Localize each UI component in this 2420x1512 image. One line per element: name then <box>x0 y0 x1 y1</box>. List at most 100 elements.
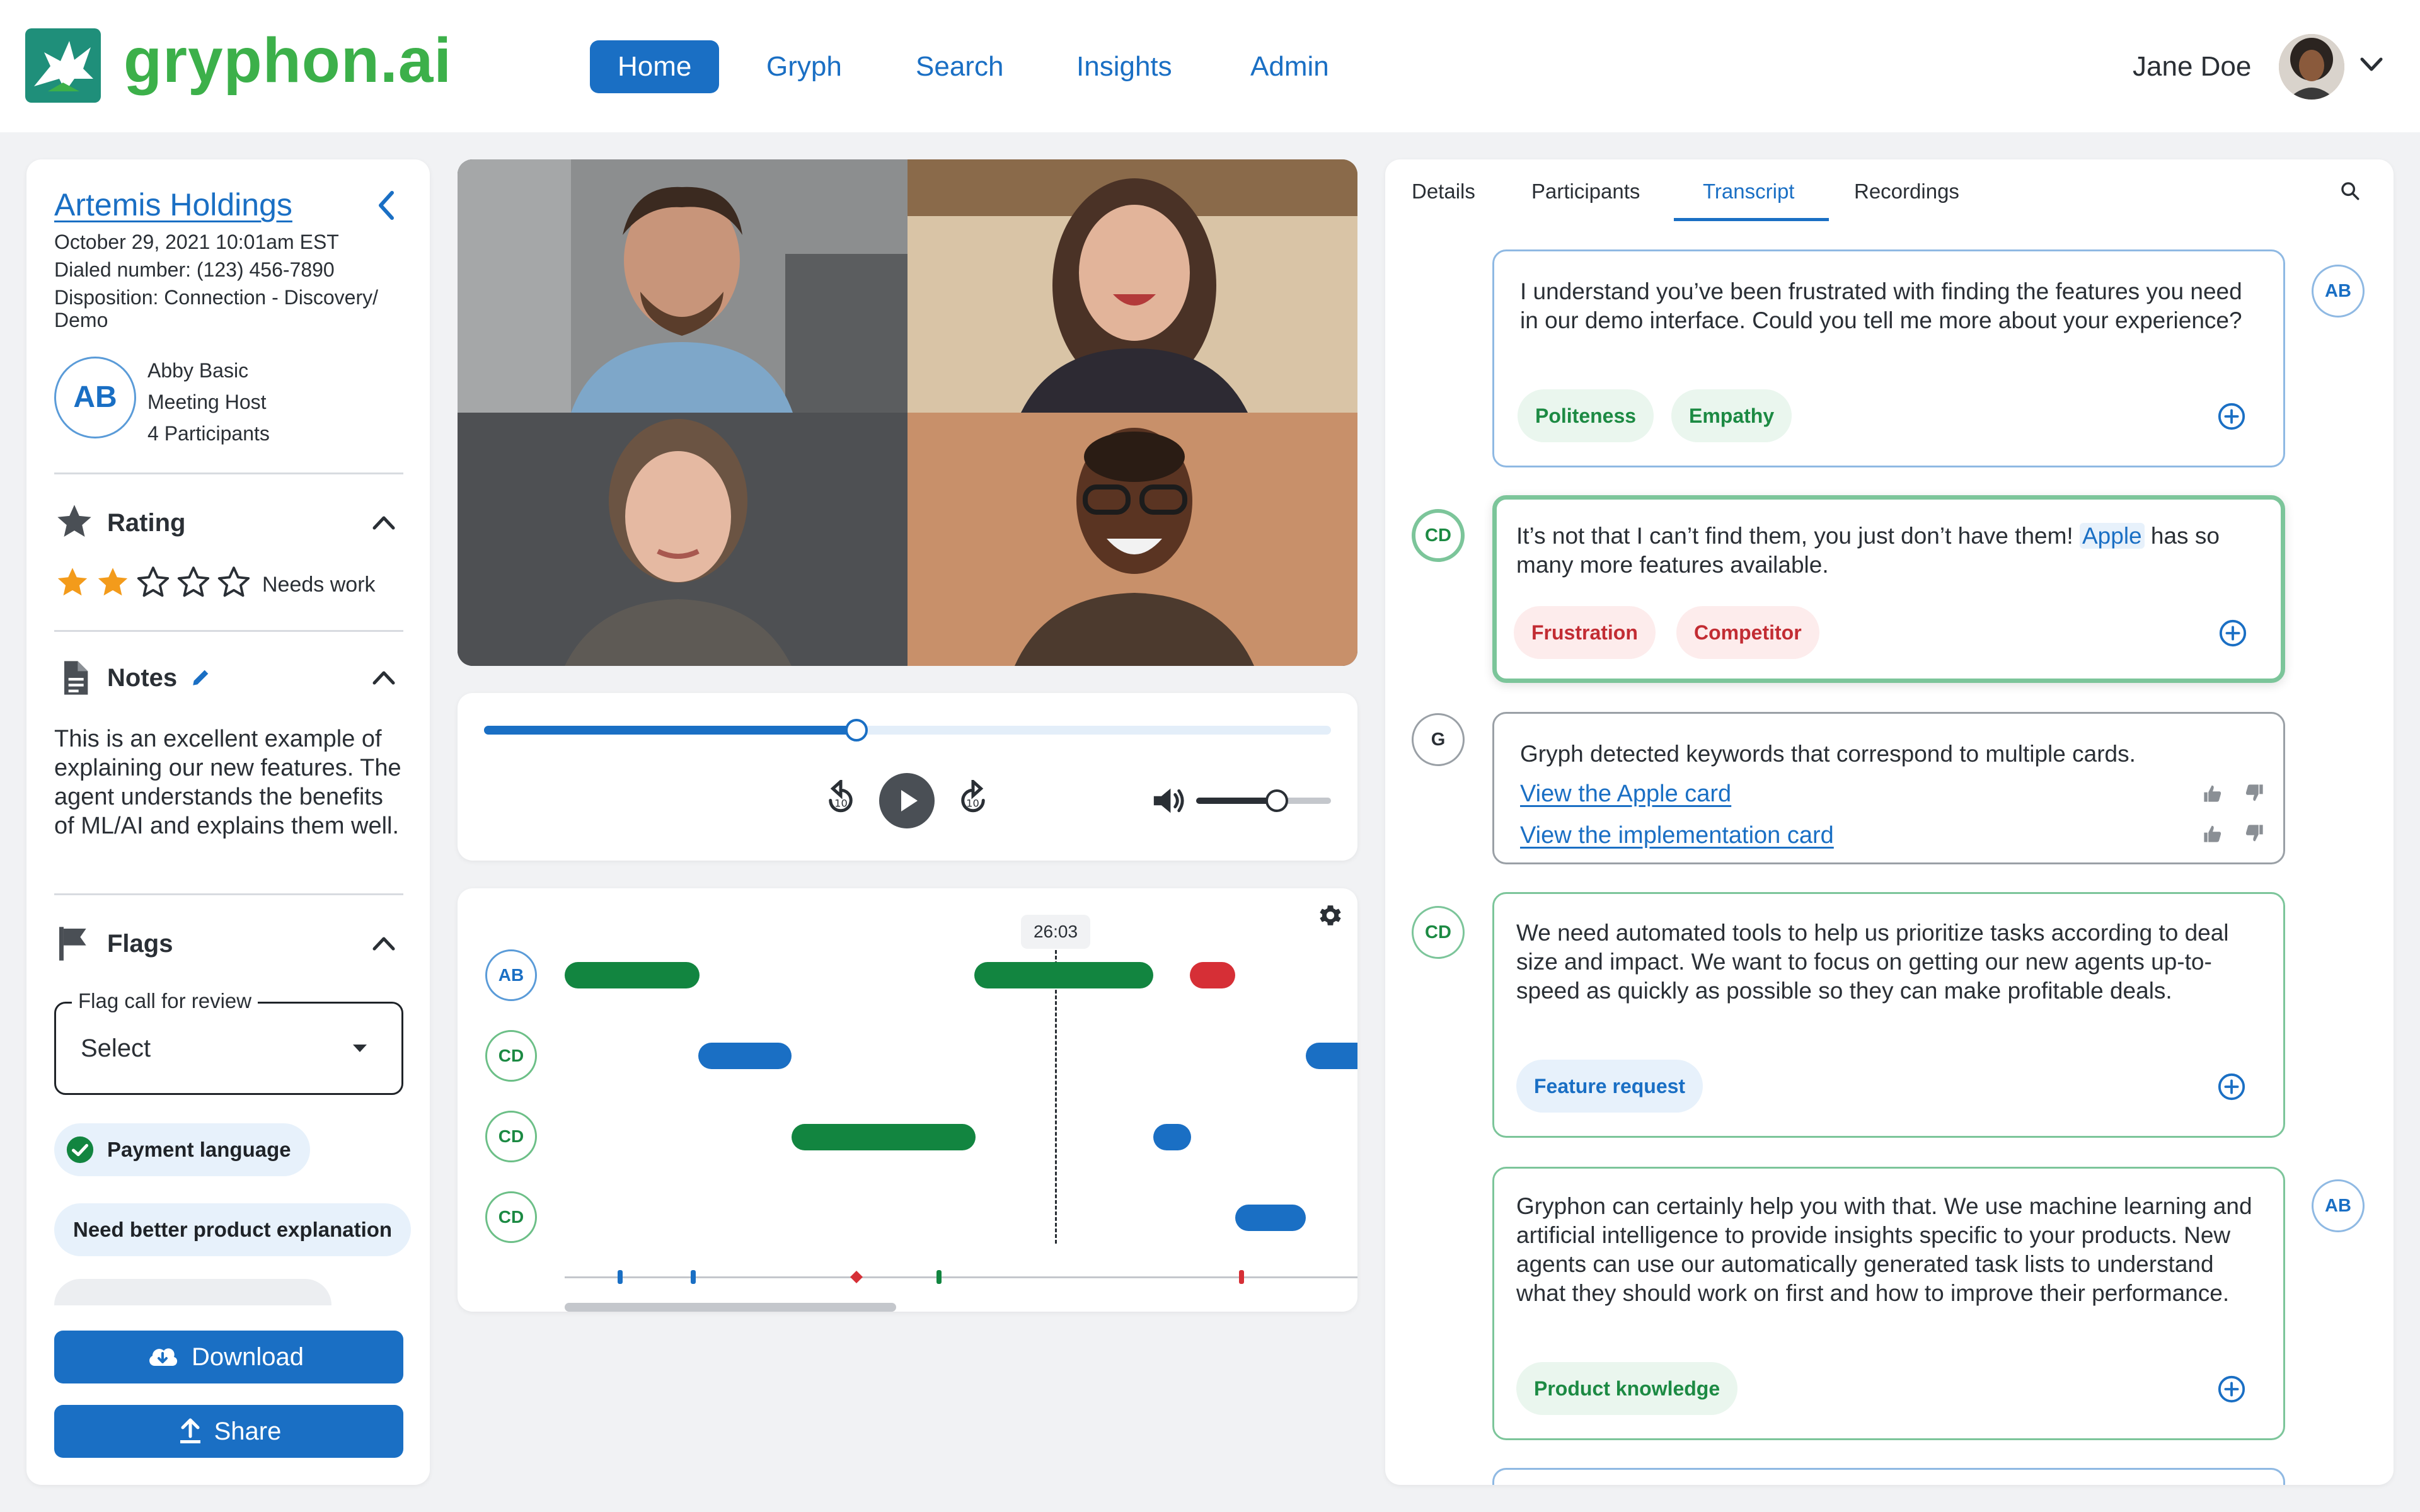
tab-transcript[interactable]: Transcript <box>1703 176 1794 207</box>
upload-icon <box>180 1418 200 1443</box>
thumbs-up-icon[interactable] <box>2202 824 2223 843</box>
speaker-badge-cd: CD <box>485 1191 537 1243</box>
volume-slider[interactable] <box>1196 789 1331 812</box>
video-grid[interactable] <box>458 159 1357 666</box>
video-tile-participant-2[interactable] <box>908 159 1357 413</box>
speech-segment[interactable] <box>1306 1043 1357 1069</box>
notes-title: Notes <box>107 664 178 692</box>
top-bar: gryphon.ai Home Gryph Search Insights Ad… <box>0 0 2420 132</box>
video-tile-participant-1[interactable] <box>458 159 908 413</box>
thumbs-up-icon[interactable] <box>2202 784 2223 803</box>
tag-feature-request[interactable]: Feature request <box>1516 1060 1703 1113</box>
event-marker[interactable] <box>936 1270 942 1284</box>
nav-admin[interactable]: Admin <box>1223 40 1357 93</box>
notes-text[interactable]: This is an excellent example of explaini… <box>54 724 407 840</box>
tab-participants[interactable]: Participants <box>1531 176 1640 207</box>
nav-home[interactable]: Home <box>590 40 720 93</box>
tag-competitor[interactable]: Competitor <box>1676 606 1819 659</box>
user-avatar[interactable] <box>2279 34 2344 100</box>
transcript-card-partial[interactable] <box>1492 1468 2285 1485</box>
tab-recordings[interactable]: Recordings <box>1854 176 1959 207</box>
video-tile-participant-4[interactable] <box>908 413 1357 666</box>
transcript-text: We need automated tools to help us prior… <box>1516 920 2229 1004</box>
chevron-up-icon[interactable] <box>368 510 400 536</box>
edit-pencil-icon[interactable] <box>190 667 212 688</box>
download-button[interactable]: Download <box>54 1331 403 1383</box>
playback-progress <box>484 726 857 735</box>
speech-segment[interactable] <box>974 962 1153 988</box>
view-implementation-card-link[interactable]: View the implementation card <box>1520 820 1834 850</box>
brand-name[interactable]: gryphon.ai <box>124 23 452 98</box>
rewind-10-icon[interactable]: 10 <box>822 780 860 818</box>
event-marker[interactable] <box>691 1270 696 1284</box>
flag-chip-explanation[interactable]: Need better product explanation <box>54 1203 412 1256</box>
flag-chip-partial[interactable] <box>54 1279 331 1305</box>
forward-10-icon[interactable]: 10 <box>954 780 992 818</box>
share-button[interactable]: Share <box>54 1405 403 1458</box>
play-button-icon[interactable] <box>879 772 935 829</box>
participant-count: 4 Participants <box>147 422 270 445</box>
add-tag-icon[interactable] <box>2218 619 2247 648</box>
add-tag-icon[interactable] <box>2217 1072 2246 1101</box>
chevron-up-icon[interactable] <box>368 931 400 956</box>
speaker-avatar-gryph: G <box>1412 713 1465 766</box>
star-icon <box>57 505 91 537</box>
flag-select-label: Flag call for review <box>72 988 258 1014</box>
nav-insights[interactable]: Insights <box>1049 40 1200 93</box>
speech-segment[interactable] <box>1235 1205 1306 1231</box>
search-icon[interactable] <box>2339 180 2361 202</box>
account-name-link[interactable]: Artemis Holdings <box>54 186 292 223</box>
cloud-download-icon <box>149 1348 178 1366</box>
thumbs-down-icon[interactable] <box>2244 784 2265 803</box>
keyword-highlight[interactable]: Apple <box>2079 523 2145 549</box>
nav-gryph[interactable]: Gryph <box>739 40 870 93</box>
nav-search[interactable]: Search <box>888 40 1031 93</box>
tab-details[interactable]: Details <box>1412 176 1475 207</box>
gryphon-logo-icon[interactable] <box>25 28 101 103</box>
gear-icon[interactable] <box>1317 902 1344 929</box>
tag-politeness[interactable]: Politeness <box>1518 389 1654 442</box>
diamond-marker-icon[interactable] <box>850 1270 863 1284</box>
playhead-line[interactable] <box>1055 950 1057 1244</box>
add-tag-icon[interactable] <box>2217 402 2246 431</box>
tag-product-knowledge[interactable]: Product knowledge <box>1516 1362 1738 1415</box>
view-apple-card-link[interactable]: View the Apple card <box>1520 779 1731 809</box>
document-icon <box>64 661 88 695</box>
flag-select-value[interactable]: Select <box>81 1032 151 1065</box>
flags-title: Flags <box>107 930 173 958</box>
current-time-badge: 26:03 <box>1021 915 1090 949</box>
chevron-down-icon[interactable] <box>2356 52 2387 77</box>
tag-frustration[interactable]: Frustration <box>1514 606 1656 659</box>
speech-segment[interactable] <box>792 1124 976 1150</box>
speaker-avatar-ab: AB <box>2312 1179 2365 1232</box>
thumbs-down-icon[interactable] <box>2244 824 2265 843</box>
volume-icon[interactable] <box>1151 784 1187 818</box>
call-datetime: October 29, 2021 10:01am EST <box>54 231 339 253</box>
video-tile-participant-3[interactable] <box>458 413 908 666</box>
speech-segment[interactable] <box>565 962 700 988</box>
chevron-left-icon[interactable] <box>371 186 402 224</box>
star-filled-icon[interactable] <box>54 564 91 601</box>
caret-down-icon[interactable] <box>349 1041 371 1056</box>
horizontal-scrollbar[interactable] <box>565 1303 896 1312</box>
star-outline-icon[interactable] <box>216 564 252 601</box>
speech-segment[interactable] <box>1190 962 1235 988</box>
speaker-avatar-ab: AB <box>2312 265 2365 318</box>
add-tag-icon[interactable] <box>2217 1375 2246 1404</box>
star-outline-icon[interactable] <box>135 564 171 601</box>
star-filled-icon[interactable] <box>95 564 131 601</box>
speaker-badge-cd: CD <box>485 1111 537 1162</box>
transcript-text: Gryphon can certainly help you with that… <box>1516 1193 2252 1306</box>
divider <box>54 893 403 895</box>
event-marker[interactable] <box>618 1270 623 1284</box>
speaker-timeline-panel <box>458 888 1357 1312</box>
user-name[interactable]: Jane Doe <box>2133 47 2251 87</box>
speech-segment[interactable] <box>698 1043 792 1069</box>
playback-timeline[interactable] <box>484 719 1331 742</box>
event-marker[interactable] <box>1239 1270 1244 1284</box>
tag-empathy[interactable]: Empathy <box>1671 389 1792 442</box>
host-name: Abby Basic <box>147 359 249 382</box>
speech-segment[interactable] <box>1153 1124 1191 1150</box>
star-outline-icon[interactable] <box>175 564 212 601</box>
chevron-up-icon[interactable] <box>368 665 400 690</box>
